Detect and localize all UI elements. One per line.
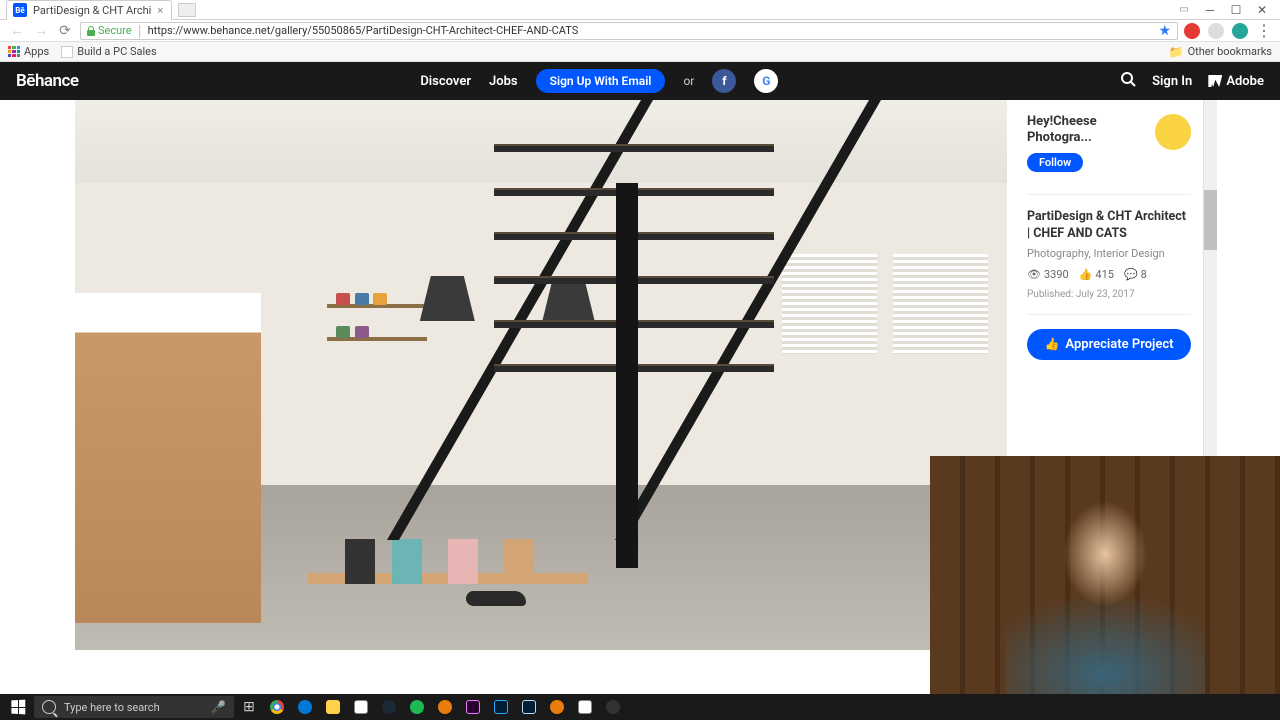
back-icon[interactable]: ← xyxy=(8,22,26,40)
url-input[interactable]: Secure | https://www.behance.net/gallery… xyxy=(80,22,1178,40)
explorer-icon[interactable] xyxy=(320,696,346,718)
notepad-icon[interactable] xyxy=(572,696,598,718)
adobe-icon xyxy=(1208,75,1222,87)
extension-icon[interactable] xyxy=(1208,23,1224,39)
publish-date: Published: July 23, 2017 xyxy=(1027,289,1191,300)
window-controls: ▭ ─ ☐ ✕ xyxy=(1166,0,1280,19)
apps-button[interactable]: Apps xyxy=(8,45,49,58)
follow-button[interactable]: Follow xyxy=(1027,153,1083,172)
signin-link[interactable]: Sign In xyxy=(1152,74,1192,89)
bookmarks-bar: Apps Build a PC Sales 📁 Other bookmarks xyxy=(0,42,1280,62)
author-name[interactable]: Hey!Cheese Photogra... xyxy=(1027,114,1147,145)
site-nav: Bēhance Discover Jobs Sign Up With Email… xyxy=(0,62,1280,100)
app-icon[interactable] xyxy=(544,696,570,718)
scrollbar-thumb[interactable] xyxy=(1204,190,1217,250)
close-icon[interactable]: × xyxy=(157,4,163,17)
appreciate-button[interactable]: 👍 Appreciate Project xyxy=(1027,329,1191,360)
extension-icon[interactable] xyxy=(1184,23,1200,39)
behance-logo[interactable]: Bēhance xyxy=(16,71,79,91)
start-button[interactable] xyxy=(4,696,32,718)
or-text: or xyxy=(683,74,694,88)
new-tab-button[interactable] xyxy=(178,3,196,17)
folder-icon: 📁 xyxy=(1169,45,1184,59)
lock-icon xyxy=(87,26,95,36)
store-icon[interactable] xyxy=(348,696,374,718)
obs-icon[interactable] xyxy=(600,696,626,718)
project-categories: Photography, Interior Design xyxy=(1027,247,1191,260)
edge-icon[interactable] xyxy=(292,696,318,718)
search-icon xyxy=(42,700,56,714)
taskbar: Type here to search 🎤 ⊞ xyxy=(0,694,1280,720)
mic-icon[interactable]: 🎤 xyxy=(211,700,226,714)
profile-icon[interactable] xyxy=(1232,23,1248,39)
likes-stat: 👍 415 xyxy=(1079,268,1114,281)
forward-icon[interactable]: → xyxy=(32,22,50,40)
spotify-icon[interactable] xyxy=(404,696,430,718)
adobe-link[interactable]: Adobe xyxy=(1208,74,1264,89)
author-card: Hey!Cheese Photogra... Follow xyxy=(1027,114,1191,195)
reload-icon[interactable]: ⟳ xyxy=(56,22,74,40)
views-stat: 👁 3390 xyxy=(1027,268,1069,281)
google-icon[interactable]: G xyxy=(754,69,778,93)
task-view-icon[interactable]: ⊞ xyxy=(236,696,262,718)
maximize-icon[interactable]: ☐ xyxy=(1230,4,1242,16)
signup-button[interactable]: Sign Up With Email xyxy=(536,69,666,93)
apps-icon xyxy=(8,46,20,58)
windows-icon xyxy=(11,700,25,715)
discover-link[interactable]: Discover xyxy=(420,74,471,89)
comment-icon: 💬 xyxy=(1124,268,1138,281)
stats-row: 👁 3390 👍 415 💬 8 xyxy=(1027,268,1191,281)
search-placeholder: Type here to search xyxy=(64,701,160,714)
star-icon[interactable]: ★ xyxy=(1158,23,1171,39)
search-icon[interactable] xyxy=(1120,71,1136,91)
bookmark-item[interactable]: Build a PC Sales xyxy=(61,45,156,58)
browser-tab-strip: Bē PartiDesign & CHT Archi × ▭ ─ ☐ ✕ xyxy=(0,0,1280,20)
secure-badge: Secure xyxy=(87,24,132,37)
address-bar: ← → ⟳ Secure | https://www.behance.net/g… xyxy=(0,20,1280,42)
thumb-up-icon: 👍 xyxy=(1044,337,1059,351)
tab-title: PartiDesign & CHT Archi xyxy=(33,4,151,17)
url-text: https://www.behance.net/gallery/55050865… xyxy=(148,24,579,37)
page-icon xyxy=(61,46,73,58)
chrome-icon[interactable] xyxy=(264,696,290,718)
account-icon[interactable]: ▭ xyxy=(1178,4,1190,16)
thumb-icon: 👍 xyxy=(1079,268,1093,281)
facebook-icon[interactable]: f xyxy=(712,69,736,93)
minimize-icon[interactable]: ─ xyxy=(1204,4,1216,16)
eye-icon: 👁 xyxy=(1027,268,1041,281)
other-bookmarks[interactable]: 📁 Other bookmarks xyxy=(1169,45,1272,59)
project-title: PartiDesign & CHT Architect | CHEF AND C… xyxy=(1027,209,1191,243)
lightroom-icon[interactable] xyxy=(516,696,542,718)
project-info: PartiDesign & CHT Architect | CHEF AND C… xyxy=(1027,209,1191,315)
menu-icon[interactable]: ⋮ xyxy=(1256,21,1272,40)
comments-stat: 💬 8 xyxy=(1124,268,1147,281)
avatar[interactable] xyxy=(1155,114,1191,150)
webcam-overlay xyxy=(930,456,1280,694)
close-window-icon[interactable]: ✕ xyxy=(1256,4,1268,16)
browser-tab[interactable]: Bē PartiDesign & CHT Archi × xyxy=(6,0,172,20)
jobs-link[interactable]: Jobs xyxy=(489,74,518,89)
favicon-icon: Bē xyxy=(13,3,27,17)
premiere-icon[interactable] xyxy=(460,696,486,718)
photoshop-icon[interactable] xyxy=(488,696,514,718)
project-image[interactable] xyxy=(75,100,1007,650)
taskbar-search[interactable]: Type here to search 🎤 xyxy=(34,696,234,718)
steam-icon[interactable] xyxy=(376,696,402,718)
blender-icon[interactable] xyxy=(432,696,458,718)
